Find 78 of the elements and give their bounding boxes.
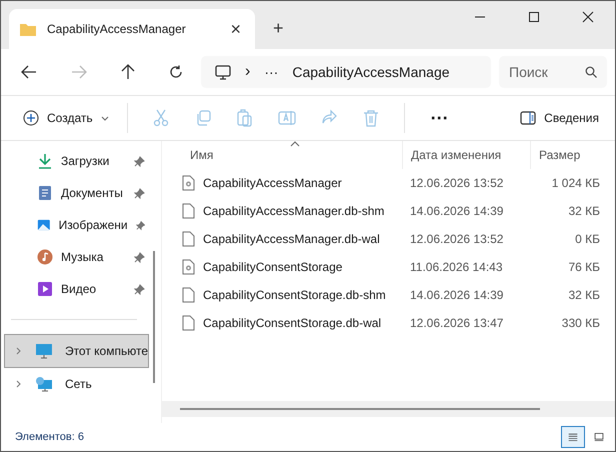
file-icon <box>182 231 195 247</box>
column-header[interactable]: Имя <box>162 141 402 169</box>
breadcrumb-more[interactable]: ··· <box>264 64 278 80</box>
date-cell-text: 11.06.2026 14:43 <box>409 260 504 274</box>
details-pane-icon <box>520 111 536 125</box>
date-cell-text: 14.06.2026 14:39 <box>409 204 504 218</box>
maximize-icon[interactable] <box>528 11 540 23</box>
expand-chevron-icon[interactable] <box>15 380 23 388</box>
image-icon <box>37 217 51 233</box>
up-arrow-icon[interactable] <box>121 64 135 80</box>
monitor-icon <box>34 343 53 359</box>
sidebar-item[interactable]: Музыка <box>1 241 149 273</box>
date-cell-text: 12.06.2026 13:52 <box>409 232 504 246</box>
download-arrow-icon <box>37 153 53 169</box>
sidebar-item[interactable]: Сеть <box>1 368 149 400</box>
file-icon <box>182 203 195 219</box>
pin-icon[interactable] <box>134 188 145 198</box>
film-icon <box>37 281 53 297</box>
pin-icon[interactable] <box>136 220 145 230</box>
pin-icon[interactable] <box>134 284 145 294</box>
search-field[interactable]: Поиск <box>499 56 607 88</box>
folder-icon <box>19 22 37 36</box>
close-icon[interactable] <box>582 11 594 23</box>
tab-title: CapabilityAccessManager <box>47 22 187 36</box>
sort-chevron-icon[interactable] <box>290 141 300 147</box>
size-cell-text: 32 КБ <box>567 288 600 302</box>
size-cell-text: 0 КБ <box>574 232 600 246</box>
list-lines-icon <box>568 431 578 443</box>
expand-chevron-icon[interactable] <box>15 347 23 355</box>
file-name[interactable]: CapabilityConsentStorage.db-wal <box>162 315 402 331</box>
horizontal-scrollbar[interactable] <box>162 401 615 417</box>
date-cell-text: 12.06.2026 13:52 <box>409 176 504 190</box>
pin-icon[interactable] <box>134 252 145 262</box>
refresh-icon[interactable] <box>169 65 183 79</box>
details-view-button[interactable] <box>561 426 585 448</box>
column-header[interactable]: Дата изменения <box>402 141 530 169</box>
size-cell-text: 330 КБ <box>560 316 600 330</box>
music-note-icon <box>37 249 53 265</box>
sidebar-item[interactable]: Изображени <box>1 209 149 241</box>
monitor-icon <box>215 64 231 80</box>
document-icon <box>37 185 53 201</box>
item-count: Элементов: 6 <box>15 431 84 443</box>
sidebar-item[interactable]: Этот компьюте <box>4 334 149 368</box>
new-tab-button[interactable]: + <box>269 18 288 39</box>
more-options-button[interactable]: ··· <box>416 108 463 128</box>
pin-icon[interactable] <box>134 156 145 166</box>
settings-file-icon <box>182 259 195 275</box>
sidebar-item[interactable]: Документы <box>1 177 149 209</box>
back-arrow-icon[interactable] <box>21 65 37 79</box>
size-cell-text: 32 КБ <box>567 204 600 218</box>
search-icon <box>585 66 597 78</box>
details-pane-button[interactable]: Сведения <box>514 110 605 126</box>
scrollbar[interactable] <box>153 251 155 383</box>
network-monitor-icon <box>35 376 53 392</box>
plus-circle-icon <box>23 110 39 126</box>
file-name[interactable]: CapabilityAccessManager.db-shm <box>162 203 402 219</box>
file-name[interactable]: CapabilityConsentStorage.db-shm <box>162 287 402 303</box>
date-cell-text: 14.06.2026 14:39 <box>409 288 504 302</box>
create-button[interactable]: Создать <box>17 109 115 127</box>
date-cell-text: 12.06.2026 13:47 <box>409 316 504 330</box>
size-cell-text: 76 КБ <box>567 260 600 274</box>
tile-view-icon <box>594 431 604 443</box>
file-icon <box>182 287 195 303</box>
file-name[interactable]: CapabilityAccessManager <box>162 175 402 191</box>
settings-file-icon <box>182 175 195 191</box>
file-icon <box>182 315 195 331</box>
close-tab-button[interactable]: × <box>226 18 245 40</box>
breadcrumb-item[interactable]: CapabilityAccessManage <box>292 64 450 80</box>
sidebar-item[interactable]: Видео <box>1 273 149 305</box>
column-header[interactable]: Размер <box>530 141 600 169</box>
size-cell-text: 1 024 КБ <box>550 176 600 190</box>
chevron-down-icon <box>100 116 109 120</box>
window-tab[interactable]: CapabilityAccessManager × <box>9 9 255 49</box>
address-bar[interactable]: › ··· CapabilityAccessManage <box>201 56 491 88</box>
breadcrumb-separator: › <box>245 63 250 81</box>
file-name[interactable]: CapabilityConsentStorage <box>162 259 402 275</box>
file-name[interactable]: CapabilityAccessManager.db-wal <box>162 231 402 247</box>
sidebar-item[interactable]: Загрузки <box>1 145 149 177</box>
